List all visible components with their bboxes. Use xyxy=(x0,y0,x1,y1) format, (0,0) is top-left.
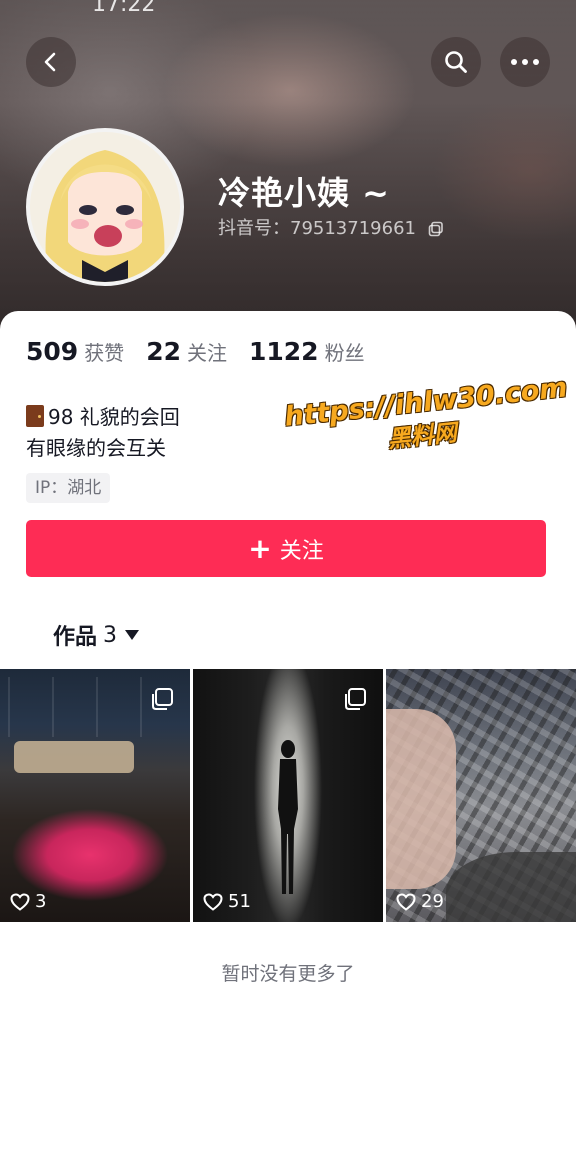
search-icon xyxy=(445,51,467,73)
avatar-illustration xyxy=(30,132,180,282)
post-thumbnail-skin xyxy=(386,709,456,889)
heart-icon xyxy=(396,892,416,911)
stat-followers[interactable]: 1122 粉丝 xyxy=(249,337,365,366)
heart-icon xyxy=(203,892,223,911)
multi-image-icon xyxy=(345,688,366,710)
door-icon xyxy=(26,405,44,427)
copy-icon[interactable] xyxy=(428,221,444,237)
douyin-id: 抖音号：79513719661 xyxy=(218,218,416,239)
post-tile[interactable]: 51 xyxy=(193,669,383,922)
no-more-content-note: 暂时没有更多了 xyxy=(221,963,355,985)
chevron-left-icon xyxy=(44,52,56,72)
stat-following-value: 22 xyxy=(146,337,181,366)
works-tab-count: 3 xyxy=(103,622,118,648)
works-tab-label: 作品 xyxy=(53,625,98,650)
stat-likes-value: 509 xyxy=(26,337,79,366)
stat-followers-label: 粉丝 xyxy=(324,341,365,365)
post-thumbnail-silhouette xyxy=(278,740,298,894)
bio-line-1: 98 礼貌的会回 xyxy=(26,402,180,433)
post-tile[interactable]: 29 xyxy=(386,669,576,922)
douyin-id-row[interactable]: 抖音号：79513719661 xyxy=(218,214,444,240)
profile-stats: 509 获赞 22 关注 1122 粉丝 xyxy=(26,337,387,366)
multi-image-icon xyxy=(152,688,173,710)
follow-button[interactable]: + 关注 xyxy=(26,520,546,577)
back-button[interactable] xyxy=(26,37,76,87)
post-tile[interactable]: 3 xyxy=(0,669,190,922)
bio-line-1-text: 98 礼貌的会回 xyxy=(48,405,180,429)
search-button[interactable] xyxy=(431,37,481,87)
posts-grid: 3 51 29 xyxy=(0,669,576,922)
nickname: 冷艳小姨 ~ xyxy=(218,174,390,212)
more-button[interactable] xyxy=(500,37,550,87)
stat-following[interactable]: 22 关注 xyxy=(146,337,227,366)
post-likes: 29 xyxy=(396,891,444,912)
tab-works[interactable]: 作品 3 xyxy=(53,619,140,651)
stat-likes-label: 获赞 xyxy=(84,341,125,365)
avatar[interactable] xyxy=(26,128,184,286)
post-likes: 51 xyxy=(203,891,251,912)
plus-icon: + xyxy=(248,532,272,565)
post-thumbnail-sofa xyxy=(14,741,134,773)
more-horizontal-icon xyxy=(511,59,539,65)
post-likes-count: 51 xyxy=(228,891,251,912)
post-likes: 3 xyxy=(10,891,46,912)
stat-followers-value: 1122 xyxy=(248,337,319,366)
caret-down-icon xyxy=(125,630,140,640)
stat-following-label: 关注 xyxy=(186,341,227,365)
ip-location-tag: IP：湖北 xyxy=(26,473,111,503)
bio-line-2: 有眼缘的会互关 xyxy=(26,436,166,460)
follow-button-label: 关注 xyxy=(279,538,324,564)
status-time: 17:22 xyxy=(92,0,156,17)
post-likes-count: 29 xyxy=(421,891,444,912)
post-likes-count: 3 xyxy=(35,891,47,912)
heart-icon xyxy=(10,892,30,911)
post-thumbnail-sleeve xyxy=(446,852,576,922)
bio: 98 礼貌的会回 有眼缘的会互关 xyxy=(26,402,180,464)
stat-likes[interactable]: 509 获赞 xyxy=(26,337,124,366)
